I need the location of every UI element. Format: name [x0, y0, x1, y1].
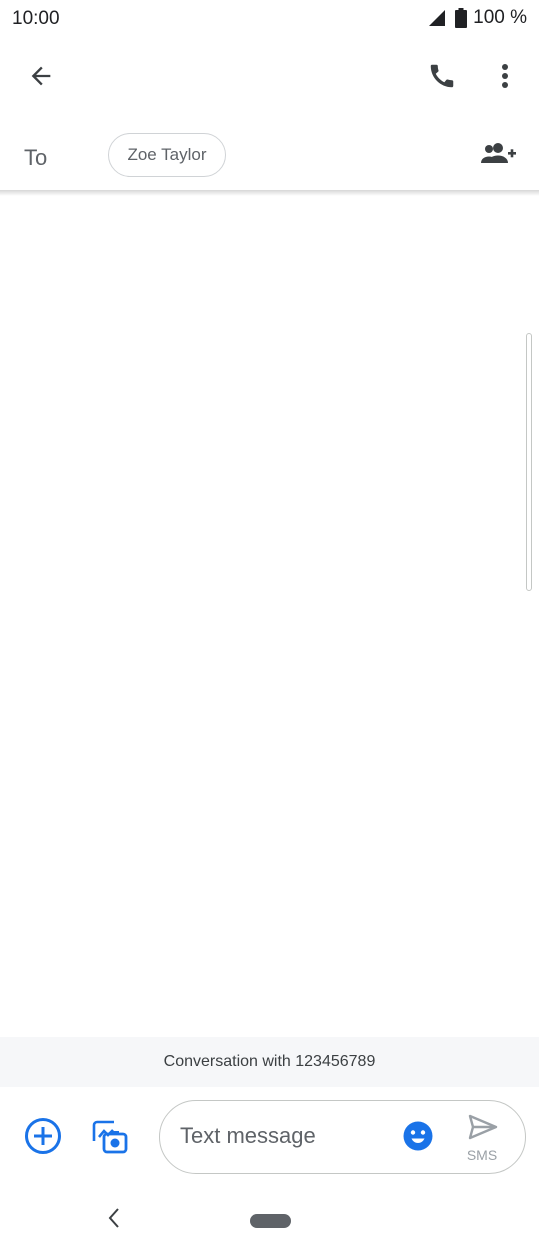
home-pill[interactable] — [250, 1214, 291, 1228]
add-circle-icon — [24, 1117, 62, 1160]
call-button[interactable] — [418, 54, 466, 102]
conversation-banner-text: Conversation with 123456789 — [163, 1053, 376, 1070]
recipient-chip-label: Zoe Taylor — [127, 145, 207, 164]
more-options-button[interactable] — [481, 54, 529, 102]
emoji-icon — [402, 1120, 434, 1157]
nav-back-button[interactable] — [96, 1202, 132, 1238]
navigation-bar — [0, 1192, 539, 1258]
status-indicators: 100 % — [427, 7, 527, 29]
recipient-chip[interactable]: Zoe Taylor — [108, 133, 226, 177]
to-label: To — [24, 145, 48, 170]
messages-compose-screen: 10:00 100 % To Zoe Taylor Conversation w… — [0, 0, 539, 1258]
status-time: 10:00 — [12, 8, 60, 29]
attach-button[interactable] — [19, 1114, 67, 1162]
nav-back-icon — [107, 1207, 121, 1234]
battery-icon — [455, 8, 468, 28]
phone-icon — [427, 61, 457, 96]
scrollbar[interactable] — [526, 333, 532, 591]
more-vert-icon — [501, 63, 509, 94]
message-input[interactable] — [180, 1123, 380, 1149]
status-bar: 10:00 100 % — [0, 0, 539, 38]
add-person-icon — [479, 142, 517, 171]
recipient-row: To Zoe Taylor — [0, 118, 539, 190]
send-type-label: SMS — [466, 1147, 498, 1163]
send-button[interactable]: SMS — [452, 1109, 512, 1169]
add-recipient-button[interactable] — [474, 132, 522, 180]
conversation-area[interactable] — [0, 196, 539, 1036]
conversation-banner: Conversation with 123456789 — [0, 1037, 539, 1087]
back-button[interactable] — [17, 54, 65, 102]
emoji-button[interactable] — [394, 1114, 442, 1162]
app-bar — [0, 48, 539, 108]
battery-percent: 100 % — [473, 7, 527, 28]
signal-icon — [427, 9, 447, 27]
message-box[interactable]: SMS — [159, 1100, 526, 1174]
compose-bar: SMS — [0, 1090, 539, 1186]
gallery-button[interactable] — [86, 1114, 134, 1162]
back-arrow-icon — [27, 62, 55, 95]
gallery-camera-icon — [90, 1116, 130, 1161]
